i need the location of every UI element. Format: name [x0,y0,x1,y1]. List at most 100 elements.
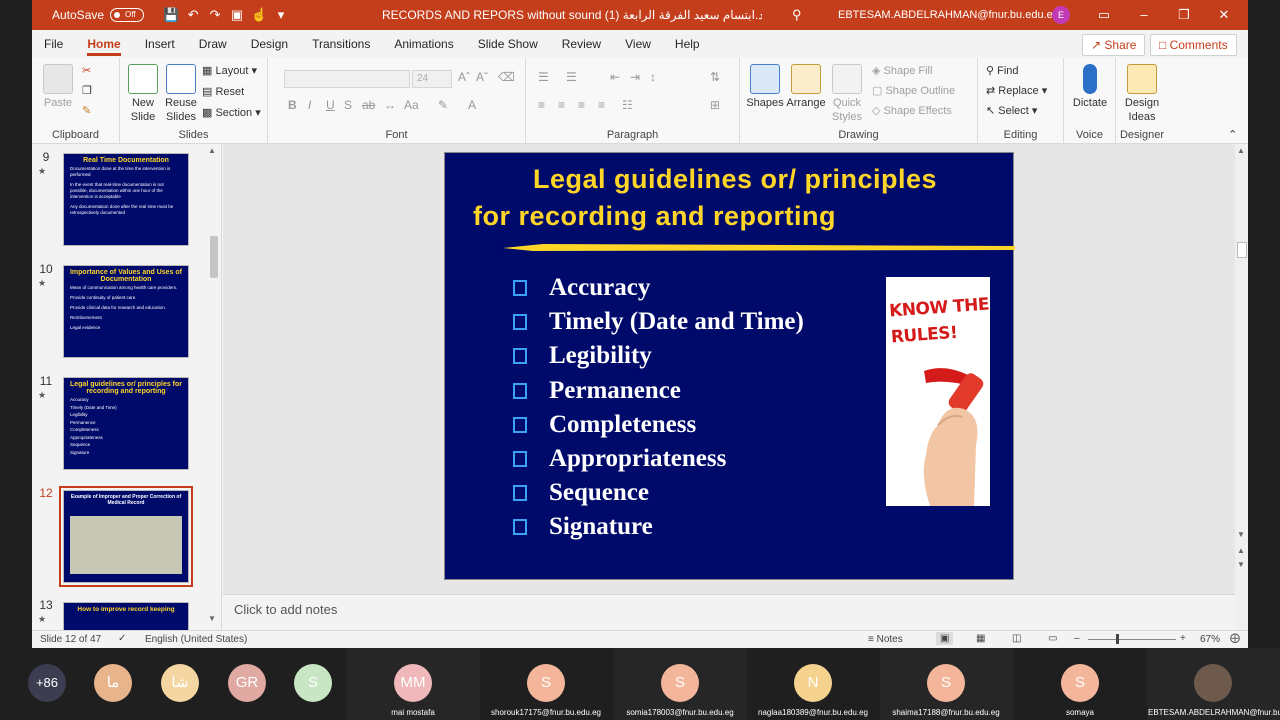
select-button[interactable]: ↖ Select ▾ [986,104,1037,117]
language-indicator[interactable]: English (United States) [145,634,247,645]
bold-icon[interactable]: B [288,98,297,112]
tab-file[interactable]: File [32,30,75,58]
slide-thumbnail-9[interactable]: Real Time Documentation Documentation do… [63,153,189,246]
shapes-button[interactable]: Shapes [746,64,784,110]
participant-avatar[interactable]: S [527,664,565,702]
tab-slide-show[interactable]: Slide Show [466,30,550,58]
grow-font-icon[interactable]: Aˆ [458,70,470,84]
replace-button[interactable]: ⇄ Replace ▾ [986,84,1047,97]
font-size-dropdown[interactable]: 24 [412,70,452,88]
slideshow-icon[interactable]: ▭ [1048,633,1057,644]
reset-button[interactable]: ▤ Reset [202,85,244,98]
participant-avatar[interactable]: MM [394,664,432,702]
bullets-icon[interactable]: ☰ [538,70,549,84]
layout-button[interactable]: ▦ Layout ▾ [202,64,257,77]
thumbnail-scrollbar[interactable]: ▲ ▼ [206,144,221,630]
search-icon[interactable]: ⚲ [792,7,802,23]
text-direction-icon[interactable]: ⇅ [710,70,720,84]
reuse-slides-button[interactable]: Reuse Slides [164,64,198,124]
paste-button[interactable]: Paste [42,64,74,110]
scroll-thumb[interactable] [1237,242,1247,258]
spell-check-icon[interactable]: ✓ [118,633,126,644]
participant-avatar[interactable]: ما [94,664,132,702]
bullet-list[interactable]: Accuracy Timely (Date and Time) Legibili… [513,271,804,545]
shape-fill-button[interactable]: ◈ Shape Fill [872,64,932,77]
find-button[interactable]: ⚲ Find [986,64,1019,77]
avatar[interactable]: E [1052,6,1070,24]
tab-transitions[interactable]: Transitions [300,30,382,58]
maximize-icon[interactable]: ❐ [1164,0,1204,30]
increase-indent-icon[interactable]: ⇥ [630,70,640,84]
participant-avatar[interactable]: S [294,664,332,702]
customize-qat-icon[interactable]: ▾ [270,7,292,23]
notes-placeholder[interactable]: Click to add notes [234,602,337,617]
notes-pane[interactable]: Click to add notes [223,594,1235,630]
scroll-up-icon[interactable]: ▲ [208,146,216,155]
tab-review[interactable]: Review [550,30,613,58]
shrink-font-icon[interactable]: Aˇ [476,70,488,84]
participant-avatar[interactable] [1194,664,1232,702]
redo-icon[interactable]: ↷ [204,7,226,23]
justify-icon[interactable]: ≡ [598,98,605,112]
account-name[interactable]: EBTESAM.ABDELRAHMAN@fnur.bu.edu.eg [838,0,1059,30]
participant-avatar[interactable]: S [661,664,699,702]
zoom-level[interactable]: 67% [1200,634,1220,645]
zoom-out-icon[interactable]: – [1074,633,1080,644]
share-button[interactable]: ↗ Share [1082,34,1146,56]
tab-insert[interactable]: Insert [133,30,187,58]
scroll-down-icon[interactable]: ▼ [1237,530,1245,539]
reading-view-icon[interactable]: ◫ [1012,633,1021,644]
participant-avatar[interactable]: شا [161,664,199,702]
design-ideas-button[interactable]: Design Ideas [1118,64,1166,124]
align-text-icon[interactable]: ⊞ [710,98,720,112]
comments-button[interactable]: □ Comments [1150,34,1237,56]
slide-thumbnail-12[interactable]: Example of Improper and Proper Correctio… [59,486,193,587]
previous-slide-icon[interactable]: ▲ [1237,546,1245,555]
close-icon[interactable]: ✕ [1204,0,1244,30]
normal-view-icon[interactable]: ▣ [936,632,954,645]
tab-draw[interactable]: Draw [187,30,239,58]
arrange-button[interactable]: Arrange [784,64,828,110]
underline-icon[interactable]: U [326,98,335,112]
tab-view[interactable]: View [613,30,663,58]
zoom-in-icon[interactable]: + [1180,633,1186,644]
tab-home[interactable]: Home [75,30,132,58]
ribbon-display-icon[interactable]: ▭ [1084,0,1124,30]
participant-avatar[interactable]: +86 [28,664,66,702]
minimize-icon[interactable]: – [1124,0,1164,30]
shape-effects-button[interactable]: ◇ Shape Effects [872,104,952,117]
present-icon[interactable]: ▣ [226,7,248,23]
strikethrough-icon[interactable]: ab [362,98,375,112]
new-slide-button[interactable]: New Slide [124,64,162,124]
save-icon[interactable]: 💾 [160,7,182,23]
know-the-rules-image[interactable]: KNOW THE RULES! [886,277,990,506]
participant-avatar[interactable]: S [1061,664,1099,702]
shadow-icon[interactable]: S [344,98,352,112]
zoom-slider[interactable] [1088,639,1176,640]
undo-icon[interactable]: ↶ [182,7,204,23]
copy-icon[interactable]: ❐ [82,84,92,97]
slide-title[interactable]: Legal guidelines or/ principles for reco… [473,161,995,235]
tab-animations[interactable]: Animations [382,30,465,58]
touch-mode-icon[interactable]: ☝ [248,7,270,23]
participant-avatar[interactable]: S [927,664,965,702]
font-name-dropdown[interactable] [284,70,410,88]
line-spacing-icon[interactable]: ↕ [650,70,656,84]
shape-outline-button[interactable]: ▢ Shape Outline [872,84,955,97]
slide-thumbnail-11[interactable]: Legal guidelines or/ principles for reco… [63,377,189,470]
numbering-icon[interactable]: ☰ [566,70,577,84]
next-slide-icon[interactable]: ▼ [1237,560,1245,569]
notes-toggle-button[interactable]: ≡ Notes [868,634,903,645]
dictate-button[interactable]: Dictate [1070,64,1110,110]
change-case-icon[interactable]: Aa [404,98,419,112]
section-button[interactable]: ▩ Section ▾ [202,106,261,119]
fit-to-window-icon[interactable]: ⨁ [1230,633,1240,644]
slide-sorter-icon[interactable]: ▦ [976,633,985,644]
slide-thumbnail-10[interactable]: Importance of Values and Uses of Documen… [63,265,189,358]
columns-icon[interactable]: ☷ [622,98,633,112]
tab-design[interactable]: Design [239,30,300,58]
scroll-thumb[interactable] [210,236,218,278]
current-slide[interactable]: Legal guidelines or/ principles for reco… [444,152,1015,580]
autosave-toggle[interactable]: Off [110,8,145,22]
collapse-ribbon-icon[interactable]: ⌃ [1228,128,1237,141]
